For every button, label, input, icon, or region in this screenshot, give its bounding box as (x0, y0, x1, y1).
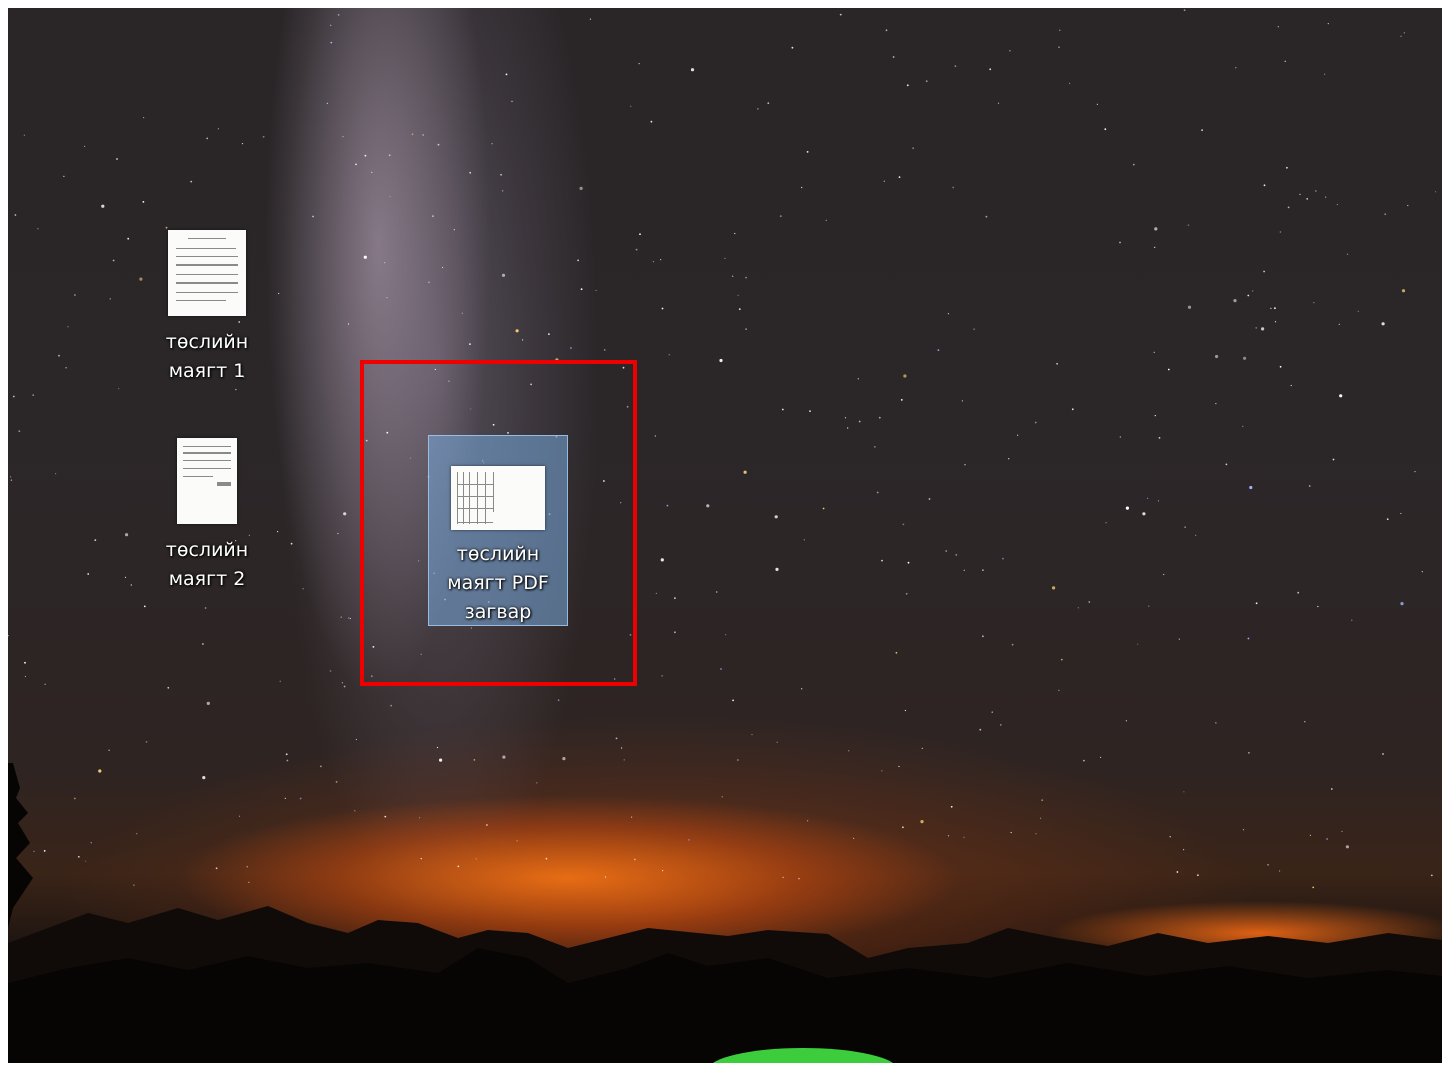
desktop-icon-document-2[interactable]: төслийн маягт 2 (155, 438, 259, 594)
document-icon (177, 438, 237, 524)
desktop-background: төслийн маягт 1 төслийн маягт 2 төслийн … (8, 8, 1442, 1063)
red-annotation-box (360, 360, 637, 686)
desktop-icon-label: төслийн маягт 1 (165, 331, 249, 382)
desktop-icon-document-1[interactable]: төслийн маягт 1 (155, 230, 259, 386)
document-icon (168, 230, 246, 316)
desktop-icon-label: төслийн маягт 2 (165, 539, 249, 590)
